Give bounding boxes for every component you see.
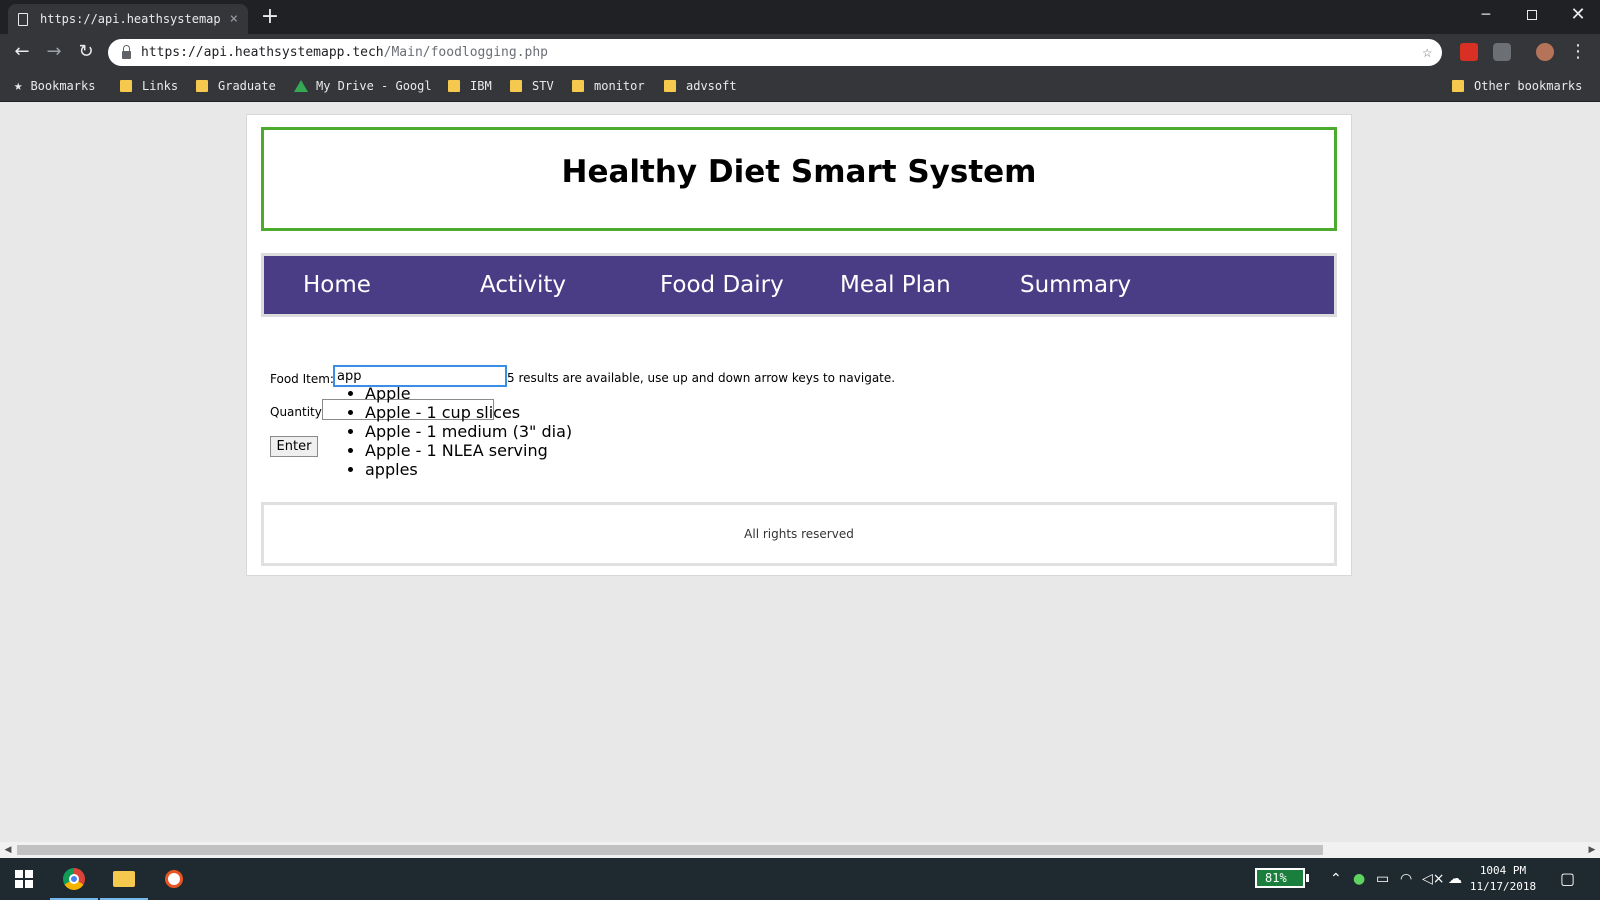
food-item-label: Food Item: [270, 372, 334, 386]
folder-icon [448, 80, 460, 92]
page-container: Healthy Diet Smart System Home Activity … [246, 114, 1352, 576]
lock-icon[interactable] [122, 44, 131, 59]
enter-button[interactable]: Enter [270, 436, 318, 457]
site-header: Healthy Diet Smart System [261, 127, 1337, 231]
folder-icon [664, 80, 676, 92]
bookmarks-bar: ★ Bookmarks Links Graduate My Drive - Goo… [0, 70, 1600, 102]
menu-icon[interactable]: ⋮ [1566, 40, 1590, 64]
bookmark-my-drive[interactable]: My Drive - Googl [294, 77, 432, 95]
scroll-right-icon[interactable]: ▶ [1584, 842, 1600, 858]
tray-app-icon[interactable]: ● [1353, 869, 1365, 889]
shield-icon[interactable] [1493, 43, 1511, 61]
nav-meal-plan[interactable]: Meal Plan [840, 270, 951, 300]
nav-summary[interactable]: Summary [1020, 270, 1131, 300]
main-nav: Home Activity Food Dairy Meal Plan Summa… [261, 253, 1337, 317]
page-icon [18, 12, 28, 26]
new-tab-button[interactable]: + [258, 5, 282, 29]
clock-date: 11/17/2018 [1469, 880, 1537, 893]
back-icon[interactable]: ← [10, 40, 34, 64]
nav-activity[interactable]: Activity [480, 270, 566, 300]
chrome-icon [63, 868, 85, 890]
page-title: Healthy Diet Smart System [561, 154, 1037, 190]
windows-icon [15, 870, 33, 888]
browser-toolbar: ← → ↻ https://api.heathsystemapp.tech/Ma… [0, 34, 1600, 70]
autocomplete-status: 5 results are available, use up and down… [507, 371, 896, 385]
reload-icon[interactable]: ↻ [74, 40, 98, 64]
url-path: /Main/foodlogging.php [383, 45, 549, 60]
onedrive-icon[interactable]: ☁ [1448, 869, 1462, 889]
drive-icon [294, 80, 308, 92]
forward-icon[interactable]: → [42, 40, 66, 64]
url-host: https://api.heathsystemapp.tech [141, 45, 384, 60]
suggestion-item[interactable]: Apple - 1 medium (3" dia) [365, 422, 572, 441]
suggestion-item[interactable]: Apple - 1 NLEA serving [365, 441, 572, 460]
folder-icon [120, 80, 132, 92]
star-icon: ★ [14, 78, 23, 94]
taskbar-chrome[interactable] [50, 858, 98, 900]
clock[interactable]: 1004 PM 11/17/2018 [1468, 863, 1538, 895]
scrollbar-thumb[interactable] [17, 845, 1323, 855]
battery-icon[interactable]: ▭ [1376, 869, 1389, 889]
tab-title: https://api.heathsystemap [40, 12, 221, 26]
suggestion-item[interactable]: Apple - 1 cup slices [365, 403, 572, 422]
folder-icon [510, 80, 522, 92]
nav-home[interactable]: Home [303, 270, 371, 300]
autocomplete-list: Apple Apple - 1 cup slices Apple - 1 med… [365, 384, 572, 479]
quantity-label: Quantity [270, 405, 322, 419]
restore-button[interactable] [1509, 0, 1555, 30]
browser-tab[interactable]: https://api.heathsystemap × [8, 4, 248, 34]
other-bookmarks[interactable]: Other bookmarks [1452, 77, 1582, 95]
taskbar-ubuntu[interactable] [150, 858, 198, 900]
windows-taskbar: 81% ⌃ ● ▭ ◠ ◁× ☁ 1004 PM 11/17/2018 ▢ [0, 858, 1600, 900]
file-explorer-icon [113, 871, 135, 887]
scroll-left-icon[interactable]: ◀ [0, 842, 16, 858]
food-log-form: Food Item: 5 results are available, use … [247, 315, 1353, 495]
bookmark-links[interactable]: Links [120, 77, 178, 95]
folder-icon [196, 80, 208, 92]
browser-titlebar: https://api.heathsystemap × + ─ ✕ [0, 0, 1600, 34]
bookmark-ibm[interactable]: IBM [448, 77, 492, 95]
wifi-icon[interactable]: ◠ [1400, 869, 1412, 889]
notifications-icon[interactable]: ▢ [1560, 869, 1575, 889]
show-hidden-icons-icon[interactable]: ⌃ [1330, 869, 1342, 889]
taskbar-file-explorer[interactable] [100, 858, 148, 900]
extension-icon[interactable] [1460, 43, 1478, 61]
suggestion-item[interactable]: Apple [365, 384, 572, 403]
speaker-muted-icon[interactable]: ◁× [1422, 869, 1445, 889]
bookmarks-apps[interactable]: ★ Bookmarks [14, 77, 95, 95]
nav-food-dairy[interactable]: Food Dairy [660, 270, 784, 300]
page-viewport: Healthy Diet Smart System Home Activity … [0, 102, 1600, 842]
folder-icon [1452, 80, 1464, 92]
horizontal-scrollbar[interactable]: ◀ ▶ [0, 842, 1600, 858]
clock-time: 1004 PM [1479, 864, 1527, 877]
bookmark-graduate[interactable]: Graduate [196, 77, 276, 95]
bookmark-stv[interactable]: STV [510, 77, 554, 95]
bookmark-monitor[interactable]: monitor [572, 77, 645, 95]
ubuntu-icon [165, 870, 183, 888]
close-window-button[interactable]: ✕ [1555, 0, 1600, 30]
start-button[interactable] [0, 858, 48, 900]
site-footer: All rights reserved [261, 502, 1337, 566]
battery-indicator[interactable]: 81% [1255, 868, 1309, 888]
address-bar[interactable]: https://api.heathsystemapp.tech/Main/foo… [108, 39, 1442, 66]
footer-text: All rights reserved [744, 527, 854, 541]
profile-avatar[interactable] [1536, 43, 1554, 61]
suggestion-item[interactable]: apples [365, 460, 572, 479]
folder-icon [572, 80, 584, 92]
minimize-button[interactable]: ─ [1463, 0, 1509, 30]
bookmark-advsoft[interactable]: advsoft [664, 77, 737, 95]
tab-close-icon[interactable]: × [230, 11, 238, 27]
bookmark-star-icon[interactable]: ☆ [1422, 42, 1432, 61]
